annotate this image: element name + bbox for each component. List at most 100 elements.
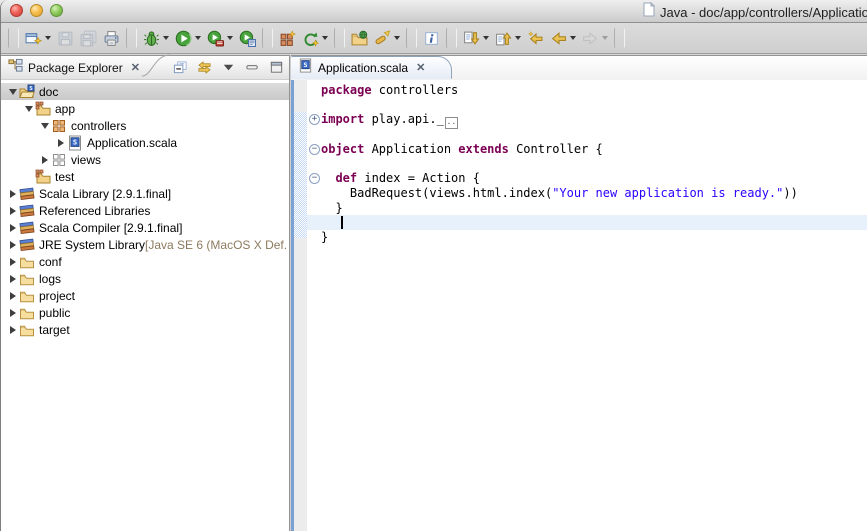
expand-arrow-icon[interactable] <box>7 275 19 283</box>
tree-item-jre[interactable]: JRE System Library [Java SE 6 (MacOS X D… <box>1 236 289 253</box>
dropdown-arrow-icon[interactable] <box>195 36 201 40</box>
previous-annotation-button[interactable] <box>492 26 524 50</box>
update-refresh-button[interactable] <box>299 26 331 50</box>
tree-item-doc[interactable]: Sdoc <box>1 83 289 100</box>
tree-item-app[interactable]: app <box>1 100 289 117</box>
dropdown-arrow-icon[interactable] <box>394 36 400 40</box>
dropdown-arrow-icon[interactable] <box>45 36 51 40</box>
collapse-arrow-icon[interactable] <box>23 106 35 112</box>
code-line[interactable]: } <box>321 201 867 216</box>
tree-item-application.scala[interactable]: SApplication.scala <box>1 134 289 151</box>
collapse-arrow-icon[interactable] <box>39 123 51 129</box>
expand-arrow-icon[interactable] <box>7 190 19 198</box>
expand-arrow-icon[interactable] <box>7 241 19 249</box>
tree-item-test[interactable]: test <box>1 168 289 185</box>
print-button[interactable] <box>100 26 123 50</box>
code-line[interactable]: def index = Action { <box>321 171 867 186</box>
code-line[interactable] <box>321 98 867 113</box>
tree-item-conf[interactable]: conf <box>1 253 289 270</box>
run-button[interactable] <box>172 26 204 50</box>
tree-item-controllers[interactable]: controllers <box>1 117 289 134</box>
tree-item-referenced[interactable]: Referenced Libraries <box>1 202 289 219</box>
tree-item-project[interactable]: project <box>1 287 289 304</box>
tree-item-label: Referenced Libraries <box>39 204 150 218</box>
expand-arrow-icon[interactable] <box>7 309 19 317</box>
mark-occurrences-button[interactable] <box>420 26 443 50</box>
external-tools-button[interactable] <box>236 26 259 50</box>
tree-item-label: views <box>71 153 101 167</box>
code-line[interactable] <box>321 215 867 230</box>
code-line[interactable]: package controllers <box>321 83 867 98</box>
dropdown-arrow-icon[interactable] <box>163 36 169 40</box>
tree-item-views[interactable]: views <box>1 151 289 168</box>
tree-item-target[interactable]: target <box>1 321 289 338</box>
debug-button[interactable] <box>140 26 172 50</box>
dropdown-arrow-icon[interactable] <box>483 36 489 40</box>
close-editor-icon[interactable]: ✕ <box>416 61 425 74</box>
minimize-window-button[interactable] <box>30 4 43 17</box>
expand-arrow-icon[interactable] <box>7 326 19 334</box>
save-button[interactable] <box>54 26 77 50</box>
expand-arrow-icon[interactable] <box>7 292 19 300</box>
expand-arrow-icon[interactable] <box>55 139 67 147</box>
package-icon <box>51 118 68 134</box>
fold-collapse-icon[interactable]: − <box>309 144 320 155</box>
debug-icon <box>143 30 160 47</box>
code-token: )) <box>783 186 797 200</box>
grid-sparkle-icon <box>279 30 296 47</box>
fold-collapse-icon[interactable]: − <box>309 173 320 184</box>
run-history-button[interactable] <box>204 26 236 50</box>
string-token: "Your new application is ready." <box>552 186 783 200</box>
collapse-all-button[interactable] <box>171 59 189 77</box>
folding-ruler[interactable]: + − − <box>307 80 321 531</box>
code-line[interactable]: BadRequest(views.html.index("Your new ap… <box>321 186 867 201</box>
code-token <box>321 171 335 185</box>
tree-item-public[interactable]: public <box>1 304 289 321</box>
maximize-button[interactable] <box>267 59 285 77</box>
code-token: BadRequest(views.html.index( <box>321 186 552 200</box>
dropdown-arrow-icon[interactable] <box>515 36 521 40</box>
tree-item-scala[interactable]: Scala Library [2.9.1.final] <box>1 185 289 202</box>
search-button[interactable] <box>371 26 403 50</box>
svg-text:S: S <box>304 61 308 69</box>
collapse-arrow-icon[interactable] <box>7 89 19 95</box>
open-type-button[interactable] <box>348 26 371 50</box>
package-explorer-tree[interactable]: SdocappcontrollersSApplication.scala view… <box>1 80 289 531</box>
close-view-icon[interactable]: ✕ <box>131 61 140 74</box>
dropdown-arrow-icon[interactable] <box>602 36 608 40</box>
eclipse-window: Java - doc/app/controllers/Application.s… <box>0 0 867 531</box>
save-all-button[interactable] <box>77 26 100 50</box>
code-text[interactable]: package controllers import play.api._..ob… <box>321 83 867 245</box>
new-wizard-button[interactable] <box>22 26 54 50</box>
view-menu-button[interactable] <box>219 59 237 77</box>
tree-item-logs[interactable]: logs <box>1 270 289 287</box>
dropdown-arrow-icon[interactable] <box>570 36 576 40</box>
code-token: Controller { <box>509 142 603 156</box>
code-line[interactable]: import play.api._.. <box>321 112 867 127</box>
zoom-window-button[interactable] <box>50 4 63 17</box>
fold-expand-icon[interactable]: + <box>309 114 320 125</box>
code-line[interactable] <box>321 127 867 142</box>
code-line[interactable]: object Application extends Controller { <box>321 142 867 157</box>
code-line[interactable] <box>321 156 867 171</box>
next-annotation-button[interactable] <box>460 26 492 50</box>
expand-arrow-icon[interactable] <box>7 207 19 215</box>
minimize-button[interactable] <box>243 59 261 77</box>
tree-item-label: test <box>55 170 74 184</box>
expand-arrow-icon[interactable] <box>39 156 51 164</box>
forward-button[interactable] <box>579 26 611 50</box>
folder-icon <box>19 305 36 321</box>
tree-item-scala[interactable]: Scala Compiler [2.9.1.final] <box>1 219 289 236</box>
back-button[interactable] <box>547 26 579 50</box>
expand-arrow-icon[interactable] <box>7 224 19 232</box>
close-window-button[interactable] <box>10 4 23 17</box>
expand-arrow-icon[interactable] <box>7 258 19 266</box>
link-with-editor-button[interactable] <box>195 59 213 77</box>
last-edit-location-button[interactable] <box>524 26 547 50</box>
package-explorer-tab[interactable]: Package Explorer ✕ <box>8 56 140 79</box>
editor-tab[interactable]: S Application.scala ✕ <box>291 56 452 79</box>
code-line[interactable]: } <box>321 230 867 245</box>
new-java-element-button[interactable] <box>276 26 299 50</box>
dropdown-arrow-icon[interactable] <box>227 36 233 40</box>
dropdown-arrow-icon[interactable] <box>322 36 328 40</box>
